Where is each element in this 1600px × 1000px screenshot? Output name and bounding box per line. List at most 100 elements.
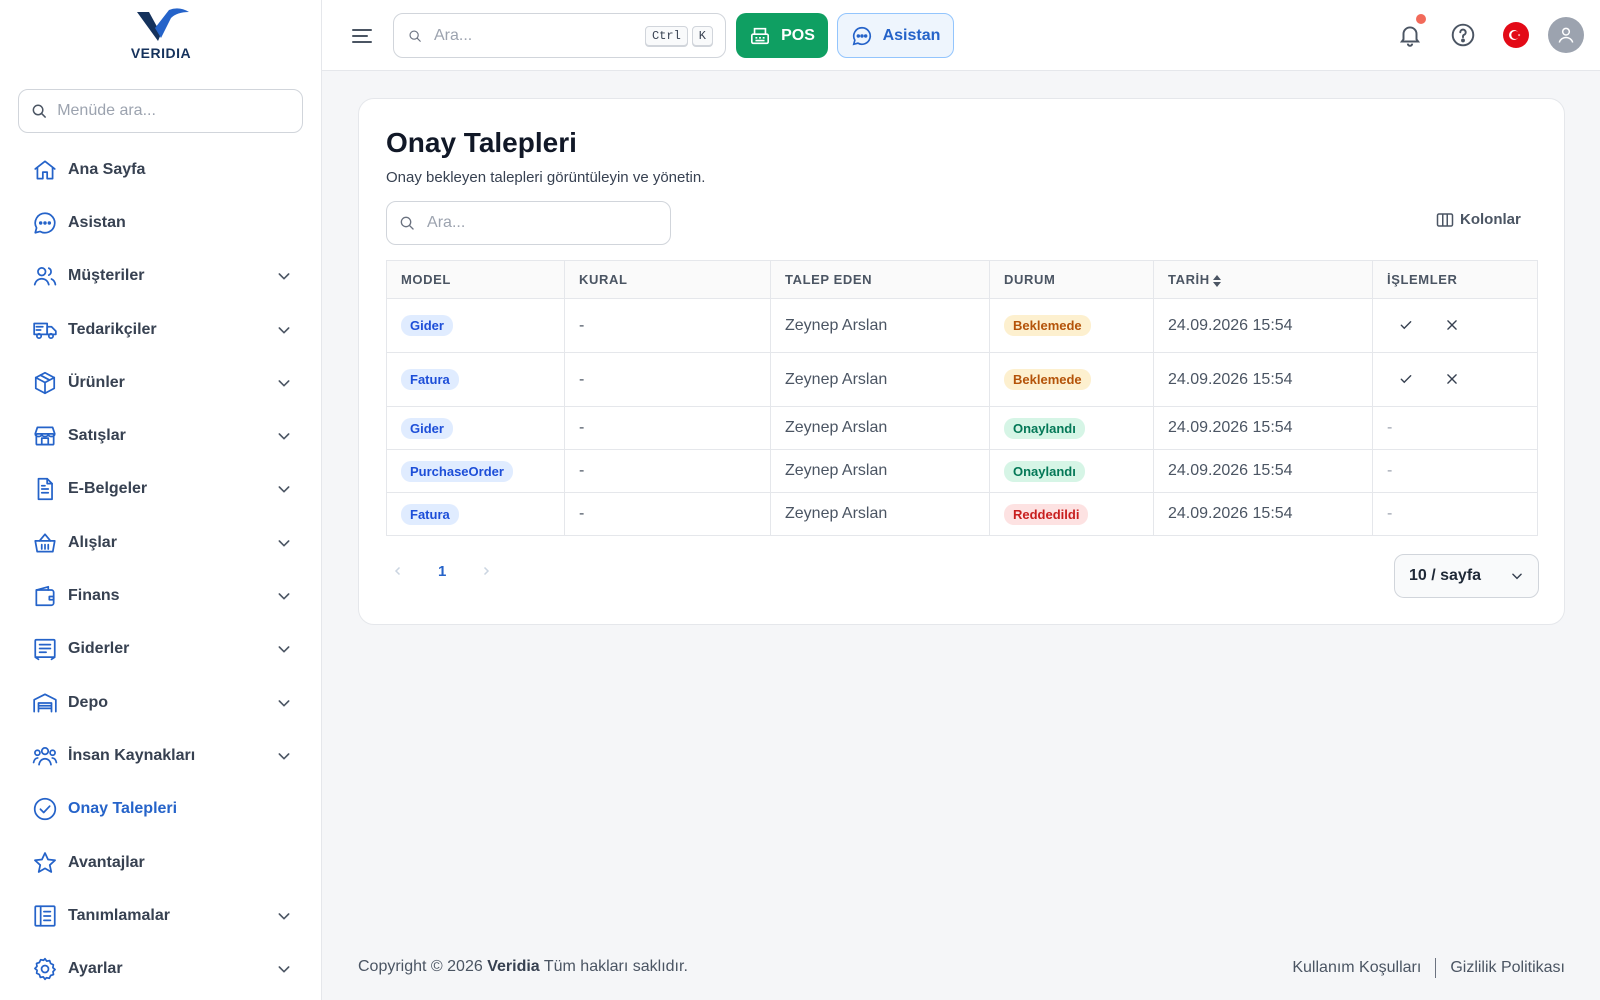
no-action: - [1387,462,1393,479]
cell-requester: Zeynep Arslan [770,406,990,450]
cell-actions: - [1372,492,1538,536]
search-icon [32,104,46,118]
sidebar-item-ayarlar[interactable]: Ayarlar [0,942,322,995]
chevron-down-icon[interactable] [276,695,292,711]
sidebar-item-onay-talepleri[interactable]: Onay Talepleri [0,783,322,836]
col-status[interactable]: DURUM [989,260,1154,299]
no-action: - [1387,419,1393,436]
sidebar-search[interactable] [18,89,303,133]
wallet-icon [32,583,58,609]
check-circle-icon [32,796,58,822]
global-search[interactable]: Ctrl K [393,13,726,58]
box-icon [32,370,58,396]
sidebar-item-label: Satışlar [68,427,126,445]
page-number[interactable]: 1 [438,563,446,580]
terms-link[interactable]: Kullanım Koşulları [1292,959,1421,977]
model-tag: Gider [401,315,453,336]
col-requester[interactable]: TALEP EDEN [770,260,990,299]
language-flag-icon[interactable] [1501,20,1531,50]
menu-toggle-icon[interactable] [350,24,374,48]
assistant-button[interactable]: Asistan [837,13,954,58]
next-page-icon[interactable] [474,559,498,583]
privacy-link[interactable]: Gizlilik Politikası [1450,959,1565,977]
sidebar-item-müşteriler[interactable]: Müşteriler [0,250,322,303]
sidebar-item-finans[interactable]: Finans [0,569,322,622]
star-icon [32,850,58,876]
sidebar-item-asistan[interactable]: Asistan [0,196,322,249]
col-model[interactable]: MODEL [386,260,565,299]
page-size-select[interactable]: 10 / sayfa [1394,554,1539,598]
columns-button[interactable]: Kolonlar [1436,211,1521,228]
sidebar-item-label: Ürünler [68,373,125,391]
sidebar-item-avantajlar[interactable]: Avantajlar [0,836,322,889]
chevron-down-icon[interactable] [276,908,292,924]
columns-label: Kolonlar [1460,211,1521,228]
cell-rule: - [564,298,771,353]
reject-icon[interactable] [1441,314,1463,336]
team-icon [32,743,58,769]
chevron-down-icon[interactable] [276,748,292,764]
chevron-down-icon[interactable] [276,481,292,497]
list-icon [32,903,58,929]
sidebar-item-alışlar[interactable]: Alışlar [0,516,322,569]
kbd-k: K [691,25,713,46]
chevron-down-icon[interactable] [276,322,292,338]
chevron-down-icon [1512,573,1522,580]
chevron-down-icon[interactable] [276,268,292,284]
sidebar-item-label: Tanımlamalar [68,906,170,924]
table-search-input[interactable] [427,214,658,232]
status-badge: Reddedildi [1004,503,1089,525]
notification-dot [1416,14,1426,24]
chevron-down-icon[interactable] [276,428,292,444]
sidebar-item-label: Onay Talepleri [68,800,178,818]
receipt-icon [32,636,58,662]
store-icon [32,423,58,449]
table-search[interactable] [386,201,671,245]
sidebar-item-label: Asistan [68,213,126,231]
cell-requester: Zeynep Arslan [770,352,990,407]
sidebar-item-i-nsan-kaynakları[interactable]: İnsan Kaynakları [0,729,322,782]
pos-label: POS [781,26,815,44]
sidebar: VERIDIA Ana Sayfa Asistan Müşteriler Ted… [0,0,322,1000]
table-row: Fatura - Zeynep Arslan Reddedildi 24.09.… [386,492,1538,536]
footer-links: Kullanım Koşulları Gizlilik Politikası [1292,958,1565,978]
avatar[interactable] [1548,17,1584,53]
reject-icon[interactable] [1441,368,1463,390]
sidebar-item-label: Finans [68,587,120,605]
approve-icon[interactable] [1395,314,1417,336]
logo[interactable]: VERIDIA [0,8,322,66]
sidebar-item-ürünler[interactable]: Ürünler [0,356,322,409]
global-search-input[interactable] [433,26,641,45]
sidebar-item-ana-sayfa[interactable]: Ana Sayfa [0,143,322,196]
prev-page-icon[interactable] [386,559,410,583]
col-rule[interactable]: KURAL [564,260,771,299]
assistant-label: Asistan [882,26,941,44]
approve-icon[interactable] [1395,368,1417,390]
sidebar-item-giderler[interactable]: Giderler [0,623,322,676]
home-icon [32,157,58,183]
model-tag: Fatura [401,369,459,390]
cell-actions: - [1372,406,1538,450]
chevron-down-icon[interactable] [276,961,292,977]
table-row: PurchaseOrder - Zeynep Arslan Onaylandı … [386,449,1538,493]
sidebar-item-tedarikçiler[interactable]: Tedarikçiler [0,303,322,356]
logo-mark [137,8,189,41]
users-icon [32,263,58,289]
col-date[interactable]: TARİH [1153,260,1373,299]
sort-icon[interactable] [1212,274,1221,287]
sidebar-item-tanımlamalar[interactable]: Tanımlamalar [0,889,322,942]
footer-divider [1435,958,1437,978]
notification-bell-icon[interactable] [1395,14,1426,50]
chevron-down-icon[interactable] [276,375,292,391]
search-icon [409,29,421,42]
sidebar-search-input[interactable] [57,102,290,120]
pos-button[interactable]: POS [736,13,828,58]
chevron-down-icon[interactable] [276,535,292,551]
chevron-down-icon[interactable] [276,588,292,604]
sidebar-nav: Ana Sayfa Asistan Müşteriler Tedarikçile… [0,143,322,996]
help-icon[interactable] [1448,20,1478,50]
sidebar-item-e-belgeler[interactable]: E-Belgeler [0,463,322,516]
chevron-down-icon[interactable] [276,641,292,657]
sidebar-item-depo[interactable]: Depo [0,676,322,729]
sidebar-item-satışlar[interactable]: Satışlar [0,409,322,462]
